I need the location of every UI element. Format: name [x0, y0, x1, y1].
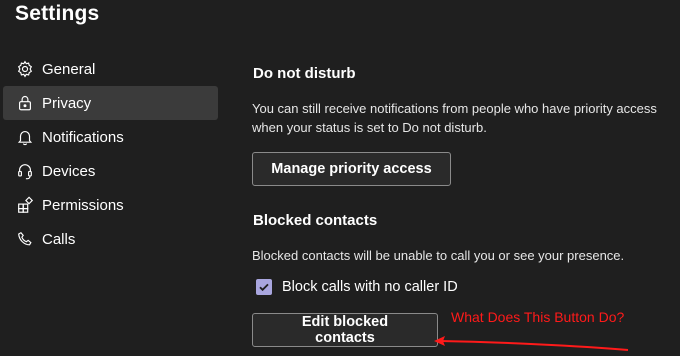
phone-icon — [15, 229, 35, 249]
headset-icon — [15, 161, 35, 181]
bell-icon — [15, 127, 35, 147]
block-no-caller-id-row: Block calls with no caller ID — [256, 279, 458, 295]
sidebar-item-privacy[interactable]: Privacy — [3, 86, 218, 120]
dnd-description-line: You can still receive notifications from… — [252, 101, 657, 116]
block-no-caller-id-checkbox[interactable] — [256, 279, 272, 295]
sidebar-item-label: General — [42, 60, 96, 78]
checkmark-icon — [259, 283, 269, 292]
apps-icon — [15, 195, 35, 215]
dnd-heading: Do not disturb — [253, 65, 356, 82]
dnd-description: You can still receive notifications from… — [252, 99, 672, 137]
gear-icon — [15, 59, 35, 79]
manage-priority-access-button[interactable]: Manage priority access — [252, 152, 451, 186]
page-title: Settings — [15, 2, 100, 25]
settings-sidebar: General Privacy Notifications Devices Pe… — [3, 52, 218, 256]
sidebar-item-general[interactable]: General — [3, 52, 218, 86]
blocked-contacts-description: Blocked contacts will be unable to call … — [252, 248, 625, 263]
blocked-contacts-heading: Blocked contacts — [253, 212, 378, 229]
sidebar-item-label: Devices — [42, 162, 96, 180]
settings-page: Settings General Privacy Notifications D… — [0, 0, 680, 356]
sidebar-item-notifications[interactable]: Notifications — [3, 120, 218, 154]
sidebar-item-label: Calls — [42, 230, 76, 248]
sidebar-item-calls[interactable]: Calls — [3, 222, 218, 256]
annotation-text: What Does This Button Do? — [451, 309, 625, 325]
sidebar-item-label: Privacy — [42, 94, 92, 112]
sidebar-item-devices[interactable]: Devices — [3, 154, 218, 188]
sidebar-item-label: Permissions — [42, 196, 124, 214]
sidebar-item-label: Notifications — [42, 128, 124, 146]
edit-blocked-contacts-button[interactable]: Edit blocked contacts — [252, 313, 438, 347]
annotation-arrow-icon — [434, 336, 629, 351]
block-no-caller-id-label: Block calls with no caller ID — [282, 279, 458, 295]
dnd-description-line: when your status is set to Do not distur… — [252, 120, 487, 135]
lock-icon — [15, 93, 35, 113]
sidebar-item-permissions[interactable]: Permissions — [3, 188, 218, 222]
